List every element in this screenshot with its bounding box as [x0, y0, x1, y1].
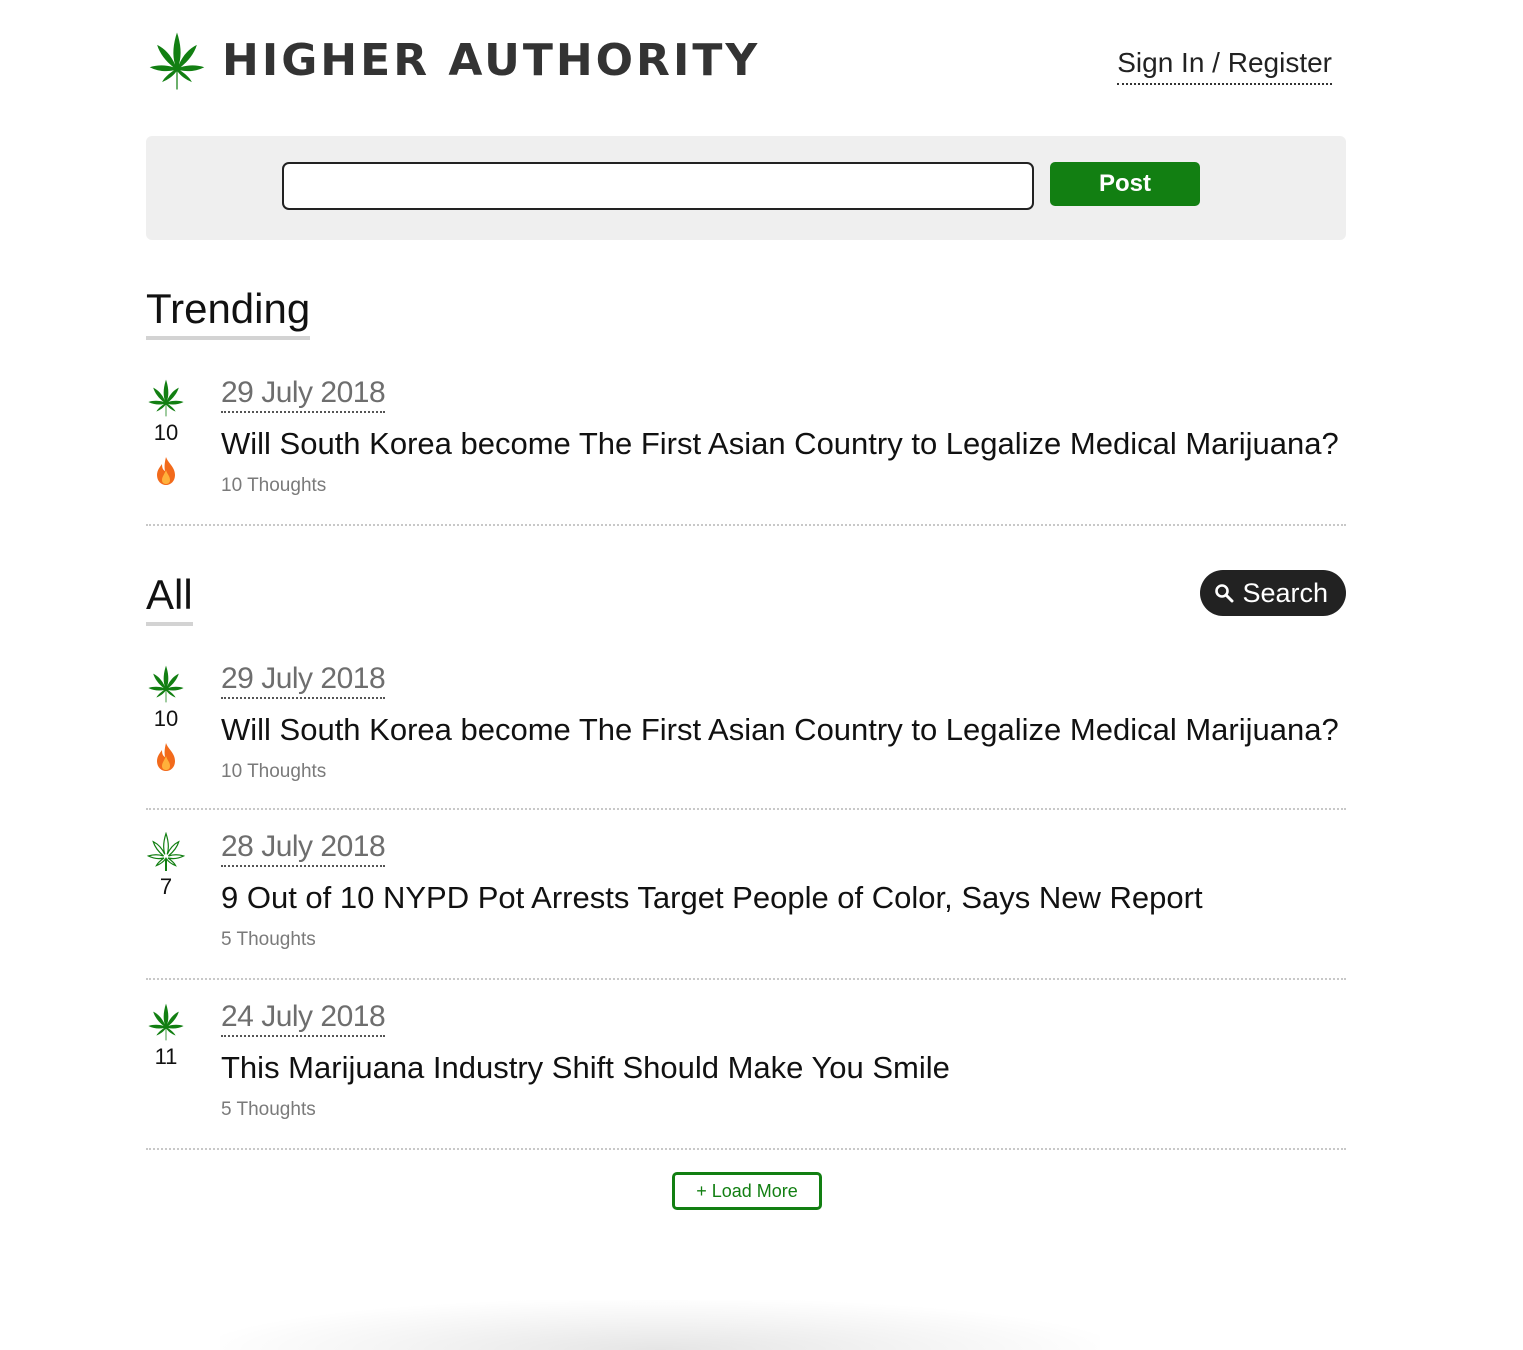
logo[interactable]: HIGHER AUTHORITY	[146, 30, 760, 92]
post-title[interactable]: Will South Korea become The First Asian …	[221, 712, 1339, 747]
post-date[interactable]: 29 July 2018	[221, 664, 386, 699]
load-more-button[interactable]: + Load More	[672, 1172, 822, 1210]
list-item: 7 28 July 2018 9 Out of 10 NYPD Pot Arre…	[146, 832, 1346, 980]
search-icon	[1215, 584, 1234, 603]
fire-icon	[157, 743, 175, 771]
upvote-leaf-icon[interactable]	[146, 664, 186, 704]
post-body: 28 July 2018 9 Out of 10 NYPD Pot Arrest…	[221, 832, 1203, 951]
page: HIGHER AUTHORITY Sign In / Register Post…	[0, 0, 1523, 1350]
all-heading: All	[146, 574, 193, 626]
search-button[interactable]: Search	[1200, 570, 1346, 616]
brand-name: HIGHER AUTHORITY	[222, 35, 761, 86]
vote-control: 10	[146, 664, 186, 772]
vote-count: 11	[154, 1044, 178, 1069]
search-button-label: Search	[1242, 577, 1328, 608]
list-item: 11 24 July 2018 This Marijuana Industry …	[146, 1002, 1346, 1150]
post-thoughts-count[interactable]: 10 Thoughts	[221, 475, 1339, 497]
footer-shadow	[220, 1300, 1100, 1350]
sign-in-register-link[interactable]: Sign In / Register	[1117, 47, 1332, 85]
post-title[interactable]: 9 Out of 10 NYPD Pot Arrests Target Peop…	[221, 880, 1203, 915]
vote-count: 7	[159, 874, 173, 899]
post-date[interactable]: 29 July 2018	[221, 378, 386, 413]
vote-count: 10	[153, 706, 179, 731]
main-container: HIGHER AUTHORITY Sign In / Register Post…	[146, 0, 1346, 1210]
post-thoughts-count[interactable]: 5 Thoughts	[221, 929, 1203, 951]
post-date[interactable]: 28 July 2018	[221, 832, 386, 867]
post-body: 29 July 2018 Will South Korea become The…	[221, 378, 1339, 497]
trending-post: 10 29 July 2018 Will South Korea become …	[146, 378, 1346, 526]
list-item: 10 29 July 2018 Will South Korea become …	[146, 664, 1346, 810]
fire-icon	[157, 457, 175, 485]
upvote-leaf-icon[interactable]	[146, 1002, 186, 1042]
post-thoughts-count[interactable]: 10 Thoughts	[221, 761, 1339, 783]
post-button[interactable]: Post	[1050, 162, 1200, 206]
post-thoughts-count[interactable]: 5 Thoughts	[221, 1099, 950, 1121]
post-date[interactable]: 24 July 2018	[221, 1002, 386, 1037]
post-body: 29 July 2018 Will South Korea become The…	[221, 664, 1339, 783]
vote-control: 10	[146, 378, 186, 486]
post-title[interactable]: Will South Korea become The First Asian …	[221, 426, 1339, 461]
cannabis-leaf-icon	[149, 32, 205, 90]
upvote-leaf-outline-icon[interactable]	[146, 832, 186, 872]
vote-count: 10	[153, 420, 179, 445]
post-input[interactable]	[282, 162, 1034, 210]
vote-control: 7	[146, 832, 186, 898]
post-body: 24 July 2018 This Marijuana Industry Shi…	[221, 1002, 950, 1121]
vote-control: 11	[146, 1002, 186, 1068]
post-composer: Post	[146, 136, 1346, 240]
trending-heading: Trending	[146, 288, 311, 340]
post-title[interactable]: This Marijuana Industry Shift Should Mak…	[221, 1050, 950, 1085]
header: HIGHER AUTHORITY Sign In / Register	[146, 0, 1346, 120]
upvote-leaf-icon[interactable]	[146, 378, 186, 418]
